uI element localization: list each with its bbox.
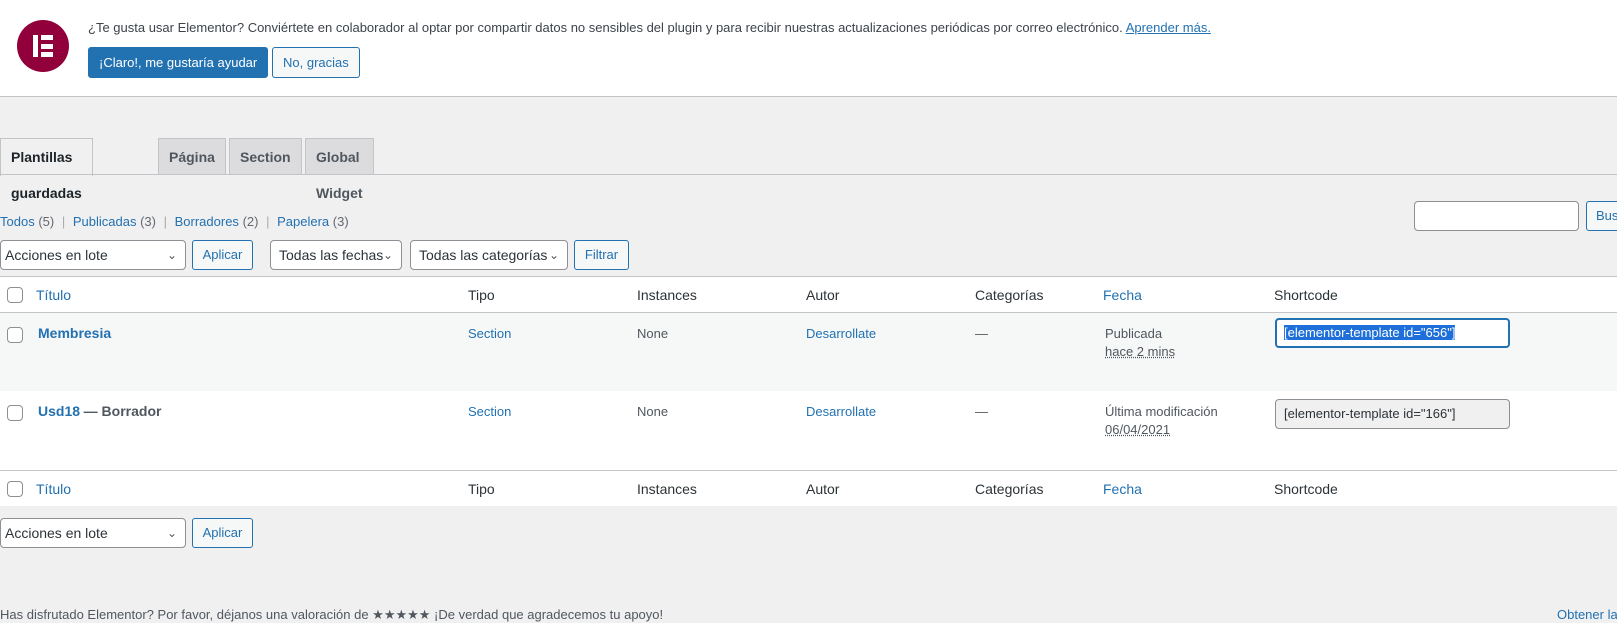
date-filter-value: Todas las fechas <box>279 247 384 263</box>
elementor-logo-icon <box>17 20 69 72</box>
apply-button-bottom[interactable]: Aplicar <box>192 518 253 548</box>
tabs-divider <box>0 174 1617 175</box>
column-categories: Categorías <box>975 481 1044 497</box>
column-shortcode: Shortcode <box>1274 287 1338 303</box>
row-instances: None <box>637 404 669 419</box>
chevron-down-icon: ⌄ <box>166 526 177 540</box>
row-checkbox[interactable] <box>7 327 23 343</box>
row-date-status: Última modificación <box>1105 404 1218 419</box>
template-title-link[interactable]: Usd18 <box>38 403 80 419</box>
column-date[interactable]: Fecha <box>1103 481 1142 497</box>
shortcode-field[interactable]: [elementor-template id="656"] <box>1275 318 1510 348</box>
notice-message: ¿Te gusta usar Elementor? Conviértete en… <box>88 20 1211 35</box>
bulk-actions-value: Acciones en lote <box>5 247 108 263</box>
filter-trash[interactable]: Papelera <box>277 214 329 229</box>
learn-more-link[interactable]: Aprender más. <box>1126 20 1211 35</box>
separator: | <box>266 214 270 229</box>
search-input[interactable] <box>1414 201 1579 231</box>
column-instances: Instances <box>637 481 697 497</box>
filter-trash-count: (3) <box>332 214 349 229</box>
search-button[interactable]: Bus <box>1586 201 1617 231</box>
column-title[interactable]: Título <box>36 287 71 303</box>
filter-drafts[interactable]: Borradores <box>175 214 239 229</box>
separator: | <box>61 214 66 229</box>
chevron-down-icon: ⌄ <box>548 248 559 262</box>
row-categories: — <box>975 326 988 341</box>
separator: | <box>163 214 167 229</box>
row-author[interactable]: Desarrollate <box>806 326 876 341</box>
accept-button[interactable]: ¡Claro!, me gustaría ayudar <box>88 47 269 78</box>
shortcode-field[interactable]: [elementor-template id="166"] <box>1275 399 1510 429</box>
templates-table: Título Tipo Instances Autor Categorías F… <box>0 276 1617 506</box>
category-filter-value: Todas las categorías <box>419 247 548 263</box>
template-title-link[interactable]: Membresia <box>38 325 111 341</box>
column-type: Tipo <box>468 287 495 303</box>
chevron-down-icon: ⌄ <box>166 248 177 262</box>
filter-published[interactable]: Publicadas <box>73 214 137 229</box>
bulk-actions-select-bottom[interactable]: Acciones en lote ⌄ <box>0 518 186 548</box>
tab-section[interactable]: Section <box>229 138 302 175</box>
row-date-value: 06/04/2021 <box>1105 422 1171 437</box>
filter-all[interactable]: Todos <box>0 214 35 229</box>
table-header: Título Tipo Instances Autor Categorías F… <box>0 277 1617 313</box>
row-date-value: hace 2 mins <box>1105 344 1176 359</box>
elementor-notice: ¿Te gusta usar Elementor? Conviértete en… <box>0 0 1617 97</box>
filter-published-count: (3) <box>140 214 156 229</box>
column-shortcode: Shortcode <box>1274 481 1338 497</box>
tab-page[interactable]: Página <box>158 138 226 175</box>
column-categories: Categorías <box>975 287 1044 303</box>
column-author: Autor <box>806 481 840 497</box>
row-type[interactable]: Section <box>468 326 511 341</box>
decline-button[interactable]: No, gracias <box>272 47 360 78</box>
table-row: Usd18 — Borrador Section None Desarrolla… <box>0 391 1617 469</box>
table-footer: Título Tipo Instances Autor Categorías F… <box>0 470 1617 506</box>
date-filter-select[interactable]: Todas las fechas ⌄ <box>270 240 402 270</box>
footer-link[interactable]: Obtener la <box>1557 607 1617 622</box>
filter-all-count: (5) <box>38 214 55 229</box>
column-instances: Instances <box>637 287 697 303</box>
row-type[interactable]: Section <box>468 404 511 419</box>
row-instances: None <box>637 326 669 341</box>
row-title: Usd18 — Borrador <box>38 403 161 419</box>
bulk-actions-value: Acciones en lote <box>5 525 108 541</box>
row-title: Membresia <box>38 325 111 341</box>
bulk-actions-select[interactable]: Acciones en lote ⌄ <box>0 240 186 270</box>
column-type: Tipo <box>468 481 495 497</box>
filter-button[interactable]: Filtrar <box>574 240 629 270</box>
tab-global-widget[interactable]: Global Widget <box>305 138 374 201</box>
filter-drafts-count: (2) <box>242 214 259 229</box>
category-filter-select[interactable]: Todas las categorías ⌄ <box>410 240 568 270</box>
apply-button[interactable]: Aplicar <box>192 240 253 270</box>
row-author[interactable]: Desarrollate <box>806 404 876 419</box>
row-date-status: Publicada <box>1105 326 1163 341</box>
row-categories: — <box>975 404 988 419</box>
status-filters: Todos (5) | Publicadas (3) | Borradores … <box>0 214 349 229</box>
column-title[interactable]: Título <box>36 481 71 497</box>
table-row: Membresia Section None Desarrollate — Pu… <box>0 313 1617 391</box>
select-all-checkbox[interactable] <box>7 287 23 303</box>
chevron-down-icon: ⌄ <box>382 248 393 262</box>
row-checkbox[interactable] <box>7 405 23 421</box>
tab-saved-templates[interactable]: Plantillas guardadas <box>0 138 93 201</box>
shortcode-selected-text: [elementor-template id="656"] <box>1284 325 1456 340</box>
draft-state: — Borrador <box>83 403 162 419</box>
footer-rating-text: Has disfrutado Elementor? Por favor, déj… <box>0 607 664 622</box>
select-all-checkbox[interactable] <box>7 481 23 497</box>
column-date[interactable]: Fecha <box>1103 287 1142 303</box>
column-author: Autor <box>806 287 840 303</box>
